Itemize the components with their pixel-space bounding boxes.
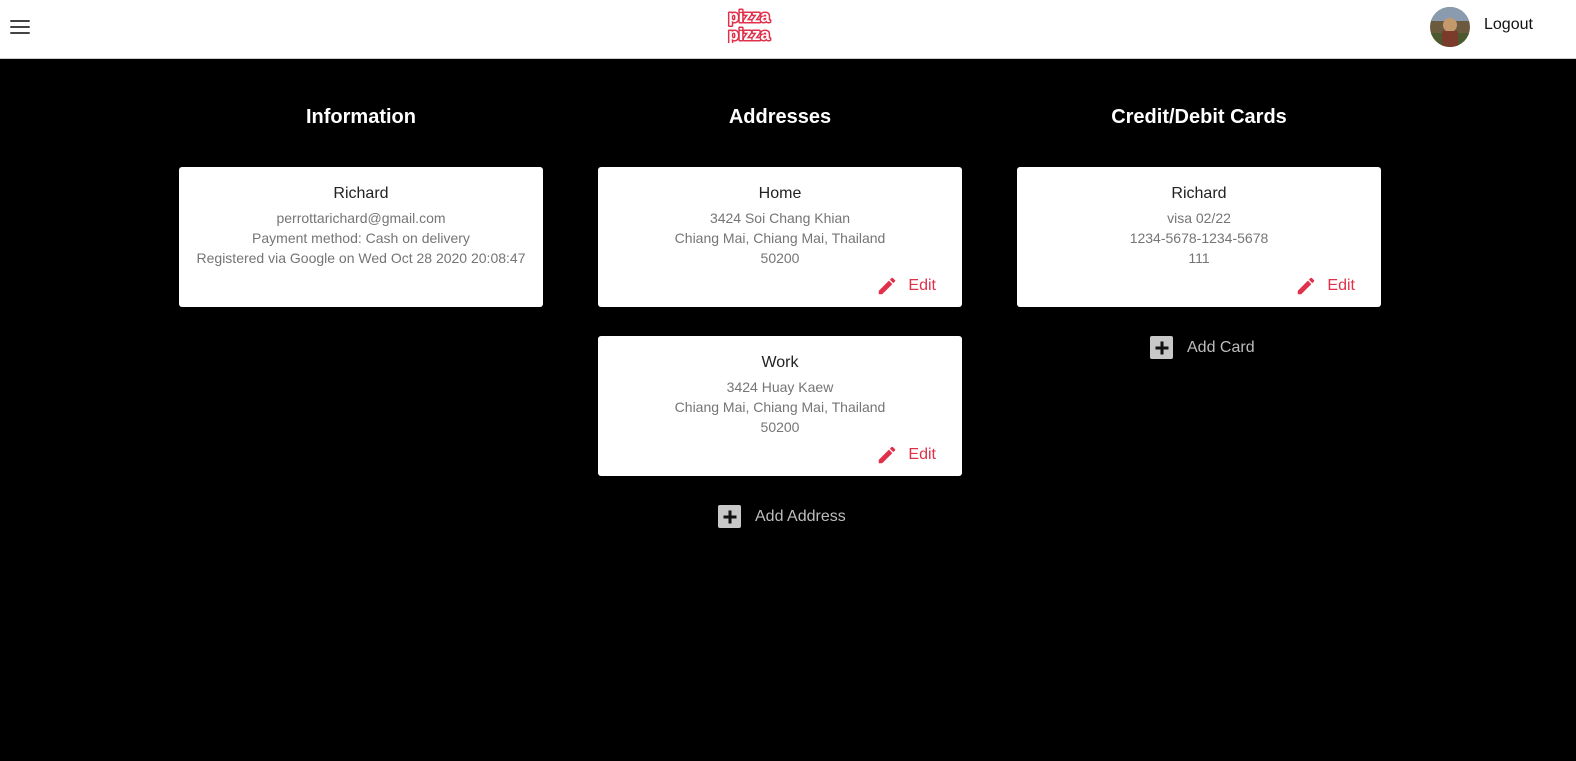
logout-button[interactable]: Logout bbox=[1484, 16, 1533, 34]
card-holder-name: Richard bbox=[1171, 185, 1227, 202]
information-card: Richard perrottarichard@gmail.com Paymen… bbox=[179, 167, 543, 307]
payment-method: Payment method: Cash on delivery bbox=[252, 230, 470, 246]
pencil-icon bbox=[879, 277, 896, 295]
address-city: Chiang Mai, Chiang Mai, Thailand bbox=[674, 230, 886, 246]
add-address-label: Add Address bbox=[755, 507, 846, 525]
svg-text:pizza: pizza bbox=[728, 7, 770, 26]
address-zip: 50200 bbox=[760, 250, 800, 266]
edit-label: Edit bbox=[908, 277, 936, 294]
address-street: 3424 Huay Kaew bbox=[726, 379, 834, 395]
edit-address-button[interactable]: Edit bbox=[876, 275, 936, 297]
address-label: Work bbox=[761, 354, 799, 371]
add-address-button[interactable]: Add Address bbox=[718, 505, 846, 528]
add-card-button[interactable]: Add Card bbox=[1150, 336, 1255, 359]
registration-info: Registered via Google on Wed Oct 28 2020… bbox=[196, 250, 526, 266]
app-bar: pizza pizza pizza pizza Logout bbox=[0, 0, 1576, 59]
edit-card-button[interactable]: Edit bbox=[1295, 275, 1355, 297]
card-type-expiry: visa 02/22 bbox=[1167, 210, 1231, 226]
add-box-icon bbox=[718, 505, 741, 528]
user-name: Richard bbox=[333, 185, 389, 202]
edit-label: Edit bbox=[1327, 277, 1355, 294]
hamburger-menu-icon[interactable] bbox=[8, 16, 32, 38]
card-number: 1234-5678-1234-5678 bbox=[1129, 230, 1269, 246]
address-zip: 50200 bbox=[760, 419, 800, 435]
pencil-icon bbox=[1298, 277, 1315, 295]
cards-title: Credit/Debit Cards bbox=[1111, 106, 1287, 128]
addresses-title: Addresses bbox=[728, 106, 832, 128]
address-city: Chiang Mai, Chiang Mai, Thailand bbox=[674, 399, 886, 415]
card-cvv: 111 bbox=[1188, 250, 1210, 266]
pencil-icon bbox=[879, 446, 896, 464]
user-email: perrottarichard@gmail.com bbox=[276, 210, 446, 226]
add-card-label: Add Card bbox=[1187, 338, 1255, 356]
add-box-icon bbox=[1150, 336, 1173, 359]
address-card-home: Home 3424 Soi Chang Khian Chiang Mai, Ch… bbox=[598, 167, 962, 307]
svg-text:pizza: pizza bbox=[728, 25, 770, 43]
address-label: Home bbox=[758, 185, 802, 202]
edit-label: Edit bbox=[908, 446, 936, 463]
user-avatar[interactable] bbox=[1430, 7, 1470, 47]
edit-address-button[interactable]: Edit bbox=[876, 444, 936, 466]
payment-card: Richard visa 02/22 1234-5678-1234-5678 1… bbox=[1017, 167, 1381, 307]
address-card-work: Work 3424 Huay Kaew Chiang Mai, Chiang M… bbox=[598, 336, 962, 476]
pizza-logo[interactable]: pizza pizza pizza pizza bbox=[726, 5, 772, 44]
information-title: Information bbox=[306, 106, 416, 128]
address-street: 3424 Soi Chang Khian bbox=[709, 210, 851, 226]
